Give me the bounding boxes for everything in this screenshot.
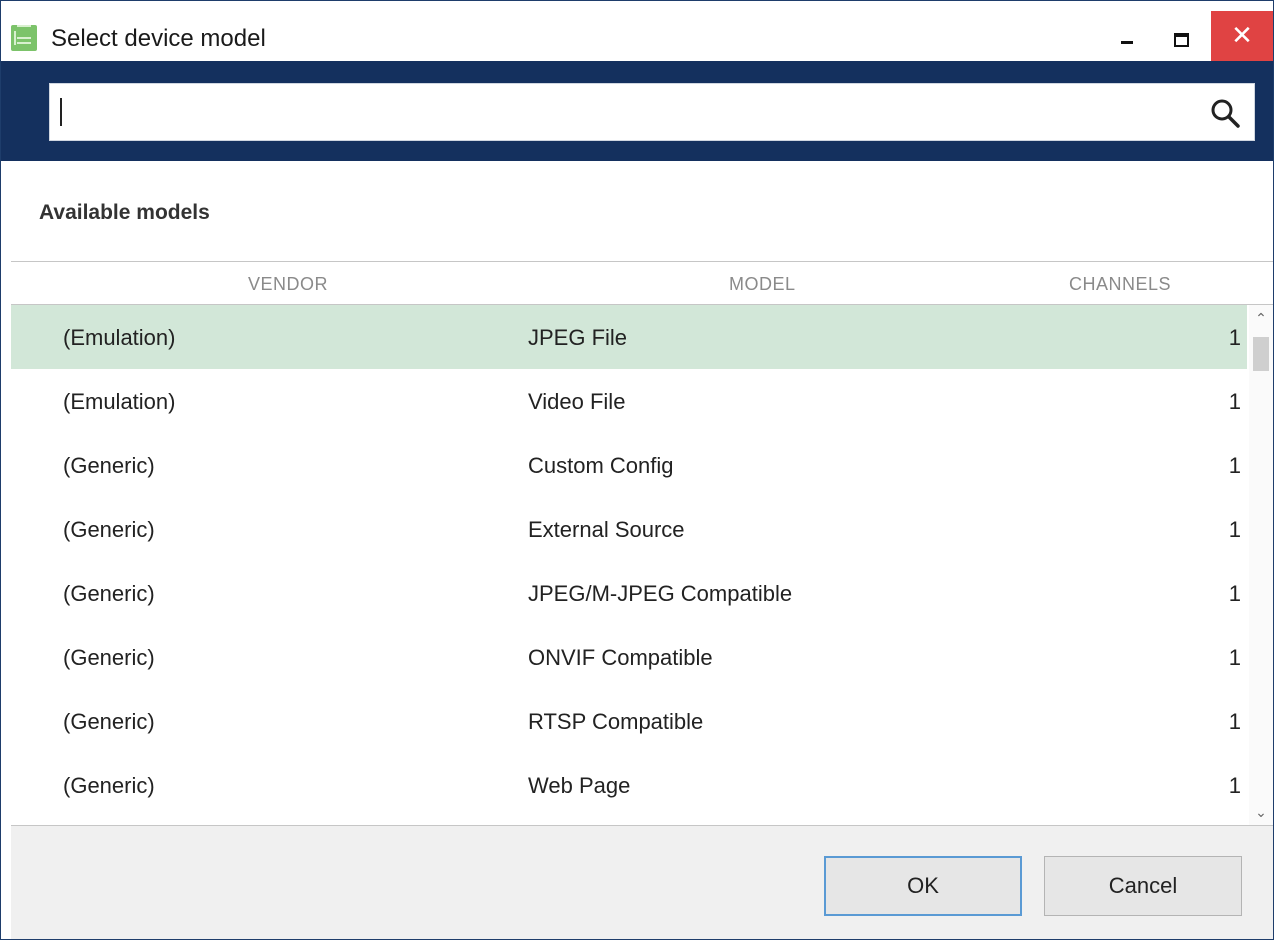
cell-vendor: (Emulation): [63, 389, 176, 414]
cell-model: Video File: [528, 389, 626, 414]
vertical-scrollbar[interactable]: ⌃ ⌄: [1249, 305, 1273, 825]
table-row[interactable]: (Generic) JPEG/M-JPEG Compatible 1: [11, 561, 1247, 625]
cell-channels: 1: [1228, 389, 1241, 414]
ok-button[interactable]: OK: [824, 856, 1022, 916]
cell-model: Web Page: [528, 773, 631, 798]
cell-vendor: (Generic): [63, 517, 155, 542]
cell-channels: 1: [1228, 773, 1241, 798]
section-title: Available models: [39, 201, 210, 224]
cell-channels: 1: [1228, 453, 1241, 478]
app-list-icon: [11, 25, 37, 51]
cell-model: JPEG File: [528, 325, 628, 350]
maximize-button[interactable]: [1155, 11, 1213, 61]
cell-model: JPEG/M-JPEG Compatible: [528, 581, 793, 606]
scroll-down-icon[interactable]: ⌄: [1249, 801, 1273, 823]
table-row[interactable]: (Generic) Web Page 1: [11, 753, 1247, 817]
models-table: VENDOR MODEL CHANNELS (Emulation) JPEG F…: [11, 261, 1273, 826]
cell-vendor: (Generic): [63, 581, 155, 606]
table-row[interactable]: (Generic) Custom Config 1: [11, 433, 1247, 497]
cell-channels: 1: [1228, 645, 1241, 670]
cell-vendor: (Generic): [63, 709, 155, 734]
title-bar: Select device model ✕: [1, 1, 1273, 61]
close-button[interactable]: ✕: [1211, 11, 1273, 61]
search-icon[interactable]: [1208, 96, 1242, 130]
dialog-window: Select device model ✕ Available models V…: [0, 0, 1274, 940]
minimize-button[interactable]: [1099, 11, 1157, 61]
cell-model: ONVIF Compatible: [528, 645, 713, 670]
search-band: [1, 61, 1273, 161]
column-header-model[interactable]: MODEL: [729, 273, 796, 295]
cancel-button[interactable]: Cancel: [1044, 856, 1242, 916]
cell-model: External Source: [528, 517, 685, 542]
window-title: Select device model: [51, 25, 266, 52]
search-input[interactable]: [50, 84, 1190, 140]
search-box: [49, 83, 1255, 141]
cell-channels: 1: [1228, 709, 1241, 734]
scroll-up-icon[interactable]: ⌃: [1249, 307, 1273, 329]
text-caret: [60, 98, 62, 126]
maximize-icon: [1174, 33, 1189, 47]
table-row[interactable]: (Generic) RTSP Compatible 1: [11, 689, 1247, 753]
table-body: (Emulation) JPEG File 1 (Emulation) Vide…: [11, 305, 1247, 825]
table-header: VENDOR MODEL CHANNELS: [11, 261, 1273, 305]
table-row[interactable]: (Generic) ONVIF Compatible 1: [11, 625, 1247, 689]
cell-vendor: (Generic): [63, 453, 155, 478]
table-row[interactable]: (Generic) External Source 1: [11, 497, 1247, 561]
cell-vendor: (Generic): [63, 645, 155, 670]
table-row[interactable]: (Emulation) Video File 1: [11, 369, 1247, 433]
cell-vendor: (Emulation): [63, 325, 176, 350]
cell-model: Custom Config: [528, 453, 674, 478]
minimize-icon: [1121, 41, 1133, 44]
cell-vendor: (Generic): [63, 773, 155, 798]
cell-model: RTSP Compatible: [528, 709, 704, 734]
dialog-footer: OK Cancel: [11, 825, 1273, 939]
cell-channels: 1: [1228, 325, 1241, 350]
cell-channels: 1: [1228, 517, 1241, 542]
column-header-channels[interactable]: CHANNELS: [1069, 273, 1171, 295]
cell-channels: 1: [1228, 581, 1241, 606]
scrollbar-thumb[interactable]: [1253, 337, 1269, 371]
close-icon: ✕: [1231, 20, 1253, 50]
table-row[interactable]: (Emulation) JPEG File 1: [11, 305, 1247, 369]
column-header-vendor[interactable]: VENDOR: [248, 273, 328, 295]
